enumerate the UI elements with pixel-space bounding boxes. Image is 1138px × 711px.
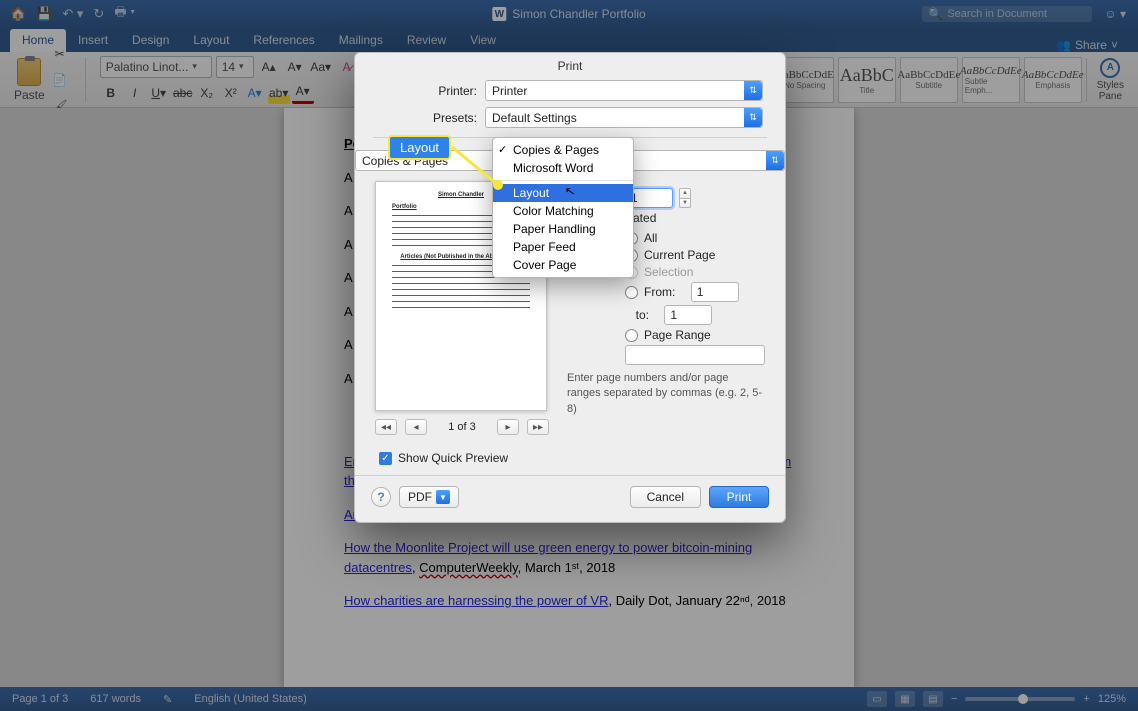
view-focus-icon[interactable]: ▭	[867, 691, 887, 707]
subscript-icon[interactable]: X₂	[196, 82, 218, 104]
chevron-down-icon: ▼	[436, 490, 450, 504]
last-page-button[interactable]: ▸▸	[527, 419, 549, 435]
search-icon: 🔍	[928, 7, 943, 21]
redo-icon[interactable]: ↻	[93, 6, 104, 22]
tab-insert[interactable]: Insert	[66, 29, 120, 52]
help-button[interactable]: ?	[371, 487, 391, 507]
copies-stepper[interactable]: ▲▼	[679, 188, 691, 208]
change-case-icon[interactable]: Aa▾	[310, 56, 332, 78]
menu-layout[interactable]: Layout	[493, 184, 633, 202]
paste-button[interactable]: Paste	[14, 58, 45, 102]
tab-mailings[interactable]: Mailings	[327, 29, 395, 52]
status-spellcheck-icon[interactable]: ✎	[163, 693, 172, 706]
copy-icon[interactable]: 📄	[49, 69, 71, 91]
menu-paper-handling[interactable]: Paper Handling	[493, 220, 633, 238]
italic-icon[interactable]: I	[124, 82, 146, 104]
quick-preview-label: Show Quick Preview	[398, 451, 508, 465]
status-page[interactable]: Page 1 of 3	[12, 693, 68, 705]
style-subtitle[interactable]: AaBbCcDdEeSubtitle	[900, 57, 958, 103]
word-app-icon: W	[492, 7, 506, 21]
tab-references[interactable]: References	[241, 29, 326, 52]
dialog-title: Print	[355, 53, 785, 77]
share-button[interactable]: 👥 Share ˅	[1056, 38, 1138, 52]
save-icon[interactable]: 💾	[36, 6, 52, 22]
page-range-field[interactable]	[625, 345, 765, 365]
styles-pane-button[interactable]: A Styles Pane	[1091, 58, 1130, 102]
superscript-icon[interactable]: X²	[220, 82, 242, 104]
menu-microsoft-word[interactable]: Microsoft Word	[493, 159, 633, 177]
quick-preview-checkbox[interactable]: ✓	[379, 452, 392, 465]
undo-icon[interactable]: ↶ ▾	[62, 6, 83, 22]
menu-cover-page[interactable]: Cover Page	[493, 256, 633, 274]
menu-color-matching[interactable]: Color Matching	[493, 202, 633, 220]
search-field[interactable]: 🔍	[922, 6, 1092, 22]
style-subtle-emphasis[interactable]: AaBbCcDdEeSubtle Emph...	[962, 57, 1020, 103]
document-title: Simon Chandler Portfolio	[512, 7, 645, 21]
zoom-in-button[interactable]: +	[1083, 693, 1089, 705]
ribbon-tabs: Home Insert Design Layout References Mai…	[0, 28, 1138, 52]
next-page-button[interactable]: ▸	[497, 419, 519, 435]
printer-label: Printer:	[377, 84, 477, 98]
tab-design[interactable]: Design	[120, 29, 181, 52]
page-indicator: 1 of 3	[435, 421, 489, 433]
grow-font-icon[interactable]: A▴	[258, 56, 280, 78]
search-input[interactable]	[947, 8, 1087, 20]
chevron-updown-icon: ⇅	[744, 108, 762, 127]
menu-paper-feed[interactable]: Paper Feed	[493, 238, 633, 256]
chevron-updown-icon: ⇅	[766, 151, 784, 170]
bold-icon[interactable]: B	[100, 82, 122, 104]
presets-select[interactable]: Default Settings⇅	[485, 107, 763, 128]
printer-select[interactable]: Printer⇅	[485, 80, 763, 101]
doc-article: How the Moonlite Project will use green …	[344, 538, 794, 577]
print-icon[interactable]: 🖶 ▾	[114, 3, 135, 25]
doc-article: How charities are harnessing the power o…	[344, 591, 794, 611]
cursor-icon: ↖	[564, 183, 576, 199]
status-words[interactable]: 617 words	[90, 693, 141, 705]
style-title[interactable]: AaBbCTitle	[838, 57, 896, 103]
presets-label: Presets:	[377, 111, 477, 125]
shrink-font-icon[interactable]: A▾	[284, 56, 306, 78]
page-range-hint: Enter page numbers and/or page ranges se…	[567, 371, 765, 417]
chevron-updown-icon: ⇅	[744, 81, 762, 100]
user-icon[interactable]: ☺ ▾	[1104, 7, 1126, 21]
cancel-button[interactable]: Cancel	[630, 486, 701, 508]
style-emphasis[interactable]: AaBbCcDdEeEmphasis	[1024, 57, 1082, 103]
font-size-select[interactable]: 14	[216, 56, 254, 78]
status-language[interactable]: English (United States)	[194, 693, 307, 705]
print-button[interactable]: Print	[709, 486, 769, 508]
menu-copies-pages[interactable]: Copies & Pages	[493, 141, 633, 159]
prev-page-button[interactable]: ◂	[405, 419, 427, 435]
highlight-icon[interactable]: ab▾	[268, 82, 290, 104]
radio-from[interactable]	[625, 286, 638, 299]
zoom-slider[interactable]	[965, 697, 1075, 701]
tab-review[interactable]: Review	[395, 29, 458, 52]
clipboard-icon	[17, 58, 41, 86]
tab-view[interactable]: View	[458, 29, 508, 52]
view-print-icon[interactable]: ▦	[895, 691, 915, 707]
text-effects-icon[interactable]: A▾	[244, 82, 266, 104]
underline-icon[interactable]: U▾	[148, 82, 170, 104]
font-color-icon[interactable]: A▾	[292, 82, 314, 104]
section-dropdown-menu: Copies & Pages Microsoft Word Layout Col…	[492, 137, 634, 278]
strike-icon[interactable]: abc	[172, 82, 194, 104]
view-web-icon[interactable]: ▤	[923, 691, 943, 707]
tab-layout[interactable]: Layout	[181, 29, 241, 52]
styles-pane-icon: A	[1100, 58, 1120, 78]
radio-page-range[interactable]	[625, 329, 638, 342]
cut-icon[interactable]: ✂	[49, 43, 71, 65]
status-bar: Page 1 of 3 617 words ✎ English (United …	[0, 687, 1138, 711]
zoom-out-button[interactable]: −	[951, 693, 957, 705]
from-field[interactable]: 1	[691, 282, 739, 302]
zoom-level[interactable]: 125%	[1098, 693, 1126, 705]
autosave-icon[interactable]: 🏠	[10, 6, 26, 22]
font-name-select[interactable]: Palatino Linot...	[100, 56, 212, 78]
preview-page-nav: ◂◂ ◂ 1 of 3 ▸ ▸▸	[375, 419, 549, 435]
pdf-button[interactable]: PDF▼	[399, 486, 459, 508]
to-field[interactable]: 1	[664, 305, 712, 325]
title-bar: 🏠 💾 ↶ ▾ ↻ 🖶 ▾ W Simon Chandler Portfolio…	[0, 0, 1138, 28]
first-page-button[interactable]: ◂◂	[375, 419, 397, 435]
print-dialog: Print Printer: Printer⇅ Presets: Default…	[354, 52, 786, 523]
